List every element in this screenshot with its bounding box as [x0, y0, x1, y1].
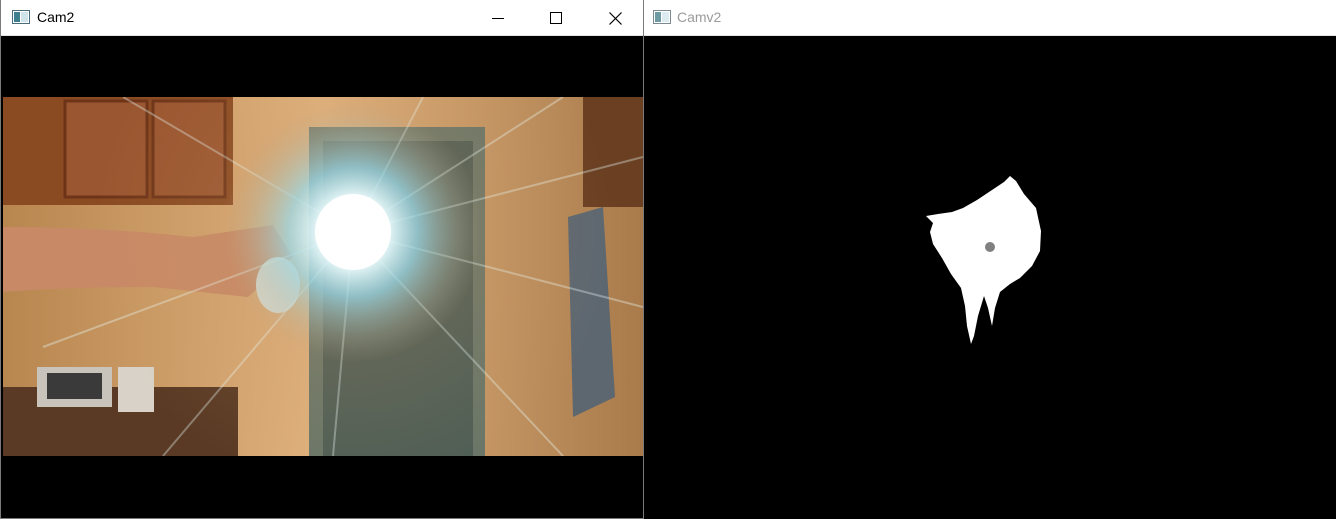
camv2-title: Camv2: [677, 9, 722, 25]
maximize-icon: [550, 12, 562, 24]
maximize-button[interactable]: [533, 0, 579, 36]
centroid-dot: [985, 242, 995, 252]
bright-blob: [926, 176, 1041, 344]
camv2-titlebar[interactable]: Camv2: [644, 0, 1336, 36]
camera-frame-image: [3, 97, 643, 456]
minimize-button[interactable]: [475, 0, 521, 36]
cam2-title: Cam2: [37, 9, 75, 25]
opencv-window-icon: [12, 10, 30, 24]
camv2-window: Camv2: [644, 0, 1336, 519]
minimize-icon: [492, 18, 504, 19]
camv2-viewport: [644, 36, 1336, 519]
cam2-titlebar[interactable]: Cam2: [1, 0, 643, 36]
close-button[interactable]: [592, 0, 638, 36]
threshold-mask-image: [926, 176, 1041, 344]
cam2-window: Cam2: [0, 0, 644, 519]
opencv-window-icon: [653, 10, 671, 24]
cam2-viewport: [1, 36, 643, 518]
close-icon: [608, 11, 622, 25]
